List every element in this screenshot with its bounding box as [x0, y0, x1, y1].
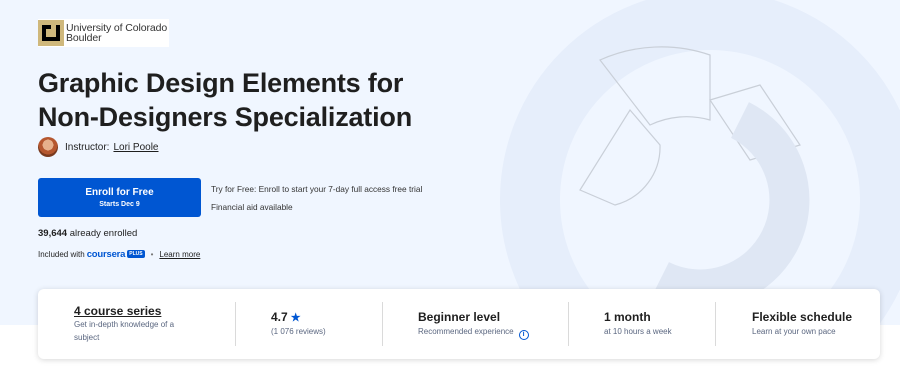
info-icon[interactable]: i [518, 330, 529, 340]
stat-divider [568, 302, 569, 346]
rating-value-row: 4.7 ★ [271, 310, 301, 324]
enroll-button-label: Enroll for Free [85, 186, 154, 198]
level-desc-row: Recommended experience i [418, 326, 529, 340]
plus-badge: PLUS [127, 250, 145, 258]
course-series-link[interactable]: 4 course series [74, 304, 161, 318]
course-title: Graphic Design Elements for Non-Designer… [38, 68, 412, 132]
stat-rating: 4.7 ★ (1 076 reviews) [271, 289, 411, 359]
course-stats-card: 4 course series Get in-depth knowledge o… [38, 289, 880, 359]
enrollment-number: 39,644 [38, 228, 68, 239]
stat-level: Beginner level Recommended experience i [418, 289, 568, 359]
duration-title: 1 month [604, 310, 651, 324]
university-name: University of Colorado Boulder [66, 22, 168, 44]
stat-duration: 1 month at 10 hours a week [604, 289, 724, 359]
included-with-label: Included with [38, 249, 85, 259]
instructor-label: Instructor: [65, 141, 110, 153]
duration-desc: at 10 hours a week [604, 327, 672, 336]
enroll-start-date: Starts Dec 9 [99, 200, 140, 208]
series-desc-line1: Get in-depth knowledge of a [74, 320, 175, 329]
stat-schedule: Flexible schedule Learn at your own pace [752, 289, 877, 359]
star-icon: ★ [290, 312, 301, 324]
schedule-desc: Learn at your own pace [752, 327, 836, 336]
decorative-ring-graphic [500, 0, 900, 325]
hero-section: University of Colorado Boulder Graphic D… [0, 0, 900, 325]
instructor-link[interactable]: Lori Poole [113, 142, 158, 153]
financial-aid-link[interactable]: Financial aid available [211, 202, 293, 212]
enrollment-count: 39,644 already enrolled [38, 228, 137, 239]
rating-value: 4.7 [271, 310, 288, 324]
free-trial-text: Try for Free: Enroll to start your 7-day… [211, 184, 423, 194]
stat-divider [235, 302, 236, 346]
stat-divider [382, 302, 383, 346]
instructor-row: Instructor: Lori Poole [38, 136, 159, 158]
cu-logo-icon [38, 20, 64, 46]
learn-more-link[interactable]: Learn more [159, 250, 200, 259]
review-count: (1 076 reviews) [271, 327, 326, 336]
stat-divider [715, 302, 716, 346]
enroll-button[interactable]: Enroll for Free Starts Dec 9 [38, 178, 201, 217]
series-desc-line2: subject [74, 333, 100, 342]
coursera-plus-row: Included with coursera PLUS • Learn more [38, 248, 200, 260]
university-logo[interactable]: University of Colorado Boulder [38, 19, 170, 47]
instructor-avatar [38, 137, 58, 157]
level-title: Beginner level [418, 310, 501, 324]
separator-dot: • [150, 249, 154, 259]
stat-series: 4 course series Get in-depth knowledge o… [74, 289, 234, 359]
enrollment-suffix: already enrolled [69, 228, 138, 239]
schedule-title: Flexible schedule [752, 310, 853, 324]
level-desc: Recommended experience [418, 327, 514, 336]
coursera-logo: coursera [86, 248, 126, 260]
